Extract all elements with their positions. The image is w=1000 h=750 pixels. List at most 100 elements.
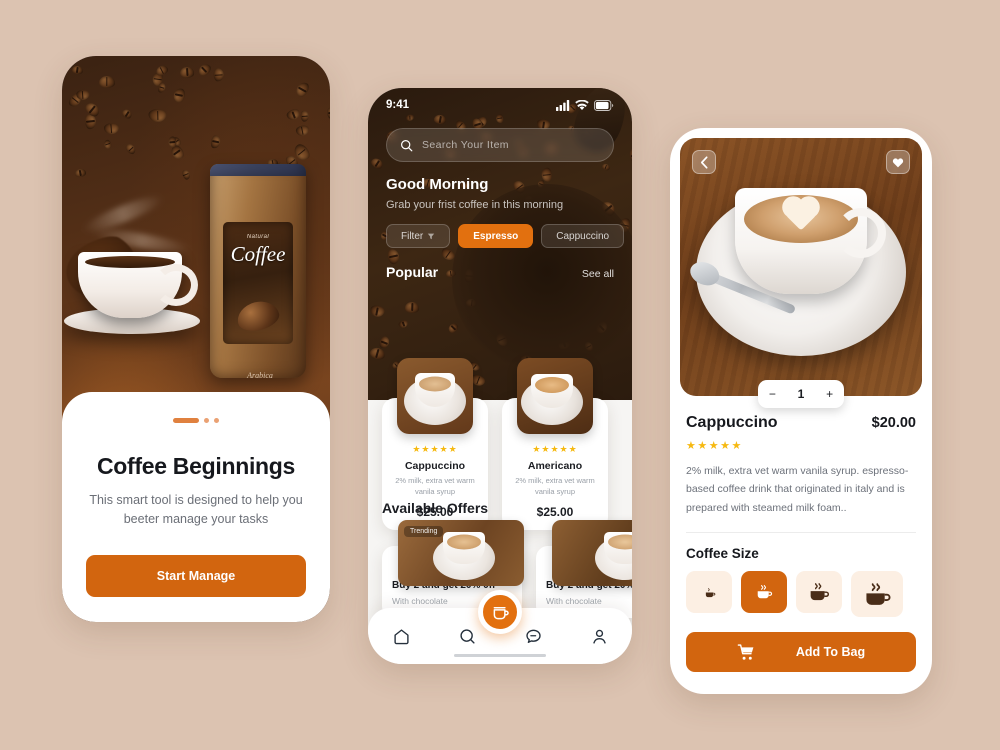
cup-coffee-surface [85, 256, 175, 268]
tab-chat[interactable] [524, 627, 543, 646]
coffee-bean [317, 56, 330, 69]
offer-image [552, 520, 632, 586]
popular-card[interactable]: ★★★★★ Americano 2% milk, extra vet warm … [502, 358, 608, 530]
coffee-bean [386, 248, 401, 266]
onboarding-title: Coffee Beginnings [96, 453, 296, 479]
chat-icon [525, 629, 541, 643]
onboarding-subtitle: This smart tool is designed to help you … [89, 493, 303, 526]
coffee-bean [196, 62, 213, 79]
filter-icon [428, 233, 435, 240]
coffee-bean [179, 66, 195, 78]
size-option-medium[interactable] [741, 571, 787, 614]
cup-small-icon [705, 587, 715, 597]
coffee-bean [369, 304, 386, 319]
back-button[interactable] [692, 150, 716, 174]
quantity-increase-button[interactable]: + [826, 387, 833, 401]
quantity-stepper[interactable]: − 1 + [758, 380, 844, 408]
coffee-bean [299, 110, 310, 123]
chip-espresso[interactable]: Espresso [458, 224, 534, 248]
product-description: 2% milk, extra vet warm vanila syrup [515, 476, 595, 496]
coffee-jar: Natural Coffee Arabica [210, 164, 306, 378]
jar-label: Natural Coffee [223, 222, 293, 344]
favorite-button[interactable] [886, 150, 910, 174]
coffee-bean [601, 162, 611, 171]
pagination-indicator[interactable] [86, 418, 306, 423]
coffee-bean [180, 168, 192, 181]
cup-medium-icon [757, 585, 773, 599]
status-bar: 9:41 [368, 88, 632, 122]
add-to-bag-label: Add To Bag [795, 645, 866, 660]
home-content-area: ★★★★★ Cappuccino 2% milk, extra vet warm… [368, 358, 632, 664]
heart-icon [892, 157, 904, 167]
category-chip-row[interactable]: Filter Espresso Cappuccino Latte [386, 224, 632, 248]
bottom-tab-bar [368, 590, 632, 664]
search-bar[interactable] [386, 128, 614, 162]
coffee-bean [71, 65, 83, 75]
add-to-bag-button[interactable]: Add To Bag [686, 632, 916, 673]
coffee-bean [294, 125, 310, 138]
tab-profile[interactable] [590, 627, 609, 646]
product-description: 2% milk, extra vet warm vanila syrup. es… [686, 465, 909, 514]
latte-art-heart [785, 199, 817, 231]
popular-see-all-link[interactable]: See all [582, 268, 614, 280]
latte-art-surface [744, 195, 858, 244]
coffee-bean [103, 122, 120, 135]
coffee-bean [74, 167, 87, 178]
design-canvas: Natural Coffee Arabica Coffee Beginnings… [0, 0, 1000, 750]
coffee-bean [628, 147, 632, 164]
rating-stars: ★★★★★ [532, 444, 578, 454]
coffee-bean [285, 108, 301, 122]
search-icon [459, 628, 475, 644]
product-name: Cappuccino [686, 414, 778, 431]
chip-filter[interactable]: Filter [386, 224, 451, 248]
search-input[interactable] [422, 139, 600, 151]
size-option-large[interactable] [796, 571, 842, 614]
chip-cappuccino[interactable]: Cappuccino [541, 224, 625, 248]
status-bar-icons [556, 99, 614, 111]
rating-stars: ★★★★★ [412, 444, 458, 454]
coffee-size-title: Coffee Size [686, 546, 759, 562]
size-option-extra-large[interactable] [851, 571, 903, 618]
popular-title: Popular [386, 264, 439, 280]
coffee-size-options [686, 571, 916, 618]
coffee-bean [103, 138, 113, 150]
page-dot[interactable] [204, 418, 209, 423]
tab-search[interactable] [458, 627, 477, 646]
coffee-bean [120, 107, 134, 120]
rating-stars: ★★★★★ [686, 440, 743, 452]
coffee-bean [98, 75, 115, 88]
phone-detail-screen: − 1 + Cappuccino $20.00 ★★★★★ 2% milk, e… [670, 128, 932, 694]
tab-coffee-fab[interactable] [478, 590, 522, 634]
greeting-subtitle: Grab your frist coffee in this morning [386, 199, 564, 211]
product-thumbnail [517, 358, 593, 434]
page-dot-active[interactable] [173, 418, 199, 423]
coffee-cup-icon [493, 606, 509, 619]
product-title-row: Cappuccino $20.00 [686, 414, 916, 432]
page-dot[interactable] [214, 418, 219, 423]
greeting-title: Good Morning [386, 176, 489, 193]
jar-name-text: Coffee [230, 242, 286, 266]
coffee-bean [148, 108, 167, 122]
coffee-bean [124, 142, 139, 157]
chevron-left-icon [700, 155, 708, 169]
coffee-cup [735, 188, 886, 295]
start-manage-button[interactable]: Start Manage [86, 554, 306, 597]
profile-icon [592, 629, 606, 644]
tab-home[interactable] [392, 627, 411, 646]
quantity-decrease-button[interactable]: − [769, 387, 776, 401]
signal-icon [556, 99, 570, 111]
coffee-bean [75, 89, 90, 100]
jar-bean-artwork [234, 297, 282, 335]
search-icon [401, 139, 413, 151]
wifi-icon [575, 99, 589, 110]
coffee-bean [213, 67, 225, 82]
size-option-small[interactable] [686, 571, 732, 614]
chip-filter-label: Filter [401, 230, 424, 242]
phone-home-screen: 9:41 Search Your Item Good Morning Grab … [368, 88, 632, 664]
product-detail-content: Cappuccino $20.00 ★★★★★ 2% milk, extra v… [686, 414, 916, 673]
coffee-bean [154, 63, 170, 77]
product-price: $25.00 [536, 504, 574, 519]
jar-variant-text: Arabica [247, 371, 273, 378]
product-hero-image [680, 138, 922, 396]
coffee-bean [157, 81, 167, 93]
